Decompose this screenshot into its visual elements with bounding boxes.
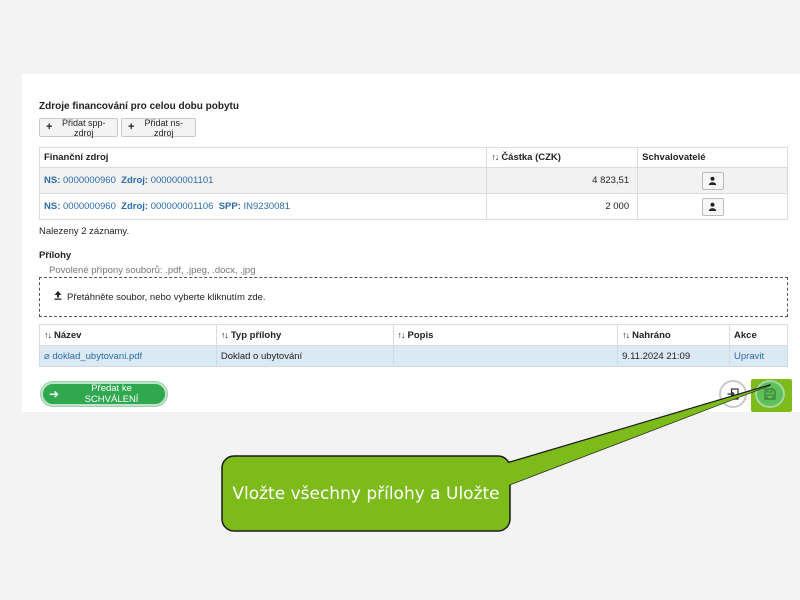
table-row: ⌀ doklad_ubytovani.pdf Doklad o ubytován… — [39, 345, 788, 367]
financing-table: Finanční zdroj ↑↓ Částka (CZK) Schvalovat… — [38, 147, 788, 220]
records-count: Nalezeny 2 záznamy. — [39, 226, 130, 237]
table-row: NS: 0000000960 Zdroj: 000000001101 4 823… — [38, 167, 788, 194]
plus-icon: + — [128, 121, 135, 133]
attachments-table: ↑↓ Název ↑↓ Typ přílohy ↑↓ Popis ↑↓ Nahráno … — [39, 324, 788, 367]
attachment-action-cell: Upravit — [729, 345, 788, 367]
submit-for-approval-label: Předat ke SCHVÁLENÍ — [84, 383, 139, 405]
attachment-name-cell[interactable]: ⌀ doklad_ubytovani.pdf — [39, 345, 217, 367]
attachment-uploaded-cell: 9.11.2024 21:09 — [617, 345, 731, 367]
sort-icon: ↑↓ — [220, 329, 229, 340]
attachment-description-cell — [392, 345, 619, 367]
sort-icon: ↑↓ — [44, 329, 52, 340]
column-header-actions: Akce — [729, 324, 788, 346]
column-header-name[interactable]: ↑↓ Název — [39, 324, 217, 346]
amount-cell: 4 823,51 — [486, 167, 639, 194]
user-icon — [708, 176, 717, 185]
sort-icon: ↑↓ — [491, 152, 499, 162]
submit-for-approval-button[interactable]: ➜ Předat ke SCHVÁLENÍ — [41, 382, 167, 406]
exit-icon — [727, 388, 739, 400]
column-header-approvers: Schvalovatelé — [637, 147, 788, 168]
floppy-disk-icon — [764, 388, 776, 400]
column-header-amount[interactable]: ↑↓ Částka (CZK) — [486, 147, 639, 168]
link-icon: ⌀ — [44, 350, 50, 362]
add-ns-source-label: Přidat ns-zdroj — [144, 117, 183, 138]
dropzone-label: Přetáhněte soubor, nebo vyberte kliknutí… — [67, 291, 266, 303]
plus-icon: + — [46, 121, 53, 133]
column-header-uploaded[interactable]: ↑↓ Nahráno — [617, 324, 731, 346]
attachment-type-cell: Doklad o ubytování — [215, 345, 394, 367]
allowed-extensions: Povolené přípony souborů: .pdf, .jpeg, .… — [49, 265, 256, 276]
column-header-type[interactable]: ↑↓ Typ přílohy — [215, 324, 394, 346]
amount-cell: 2 000 — [486, 193, 639, 220]
user-icon — [708, 202, 717, 211]
column-header-description[interactable]: ↑↓ Popis — [392, 324, 619, 346]
upload-icon — [54, 291, 62, 303]
arrow-right-icon: ➜ — [49, 387, 60, 401]
approvers-cell — [637, 193, 788, 220]
financing-title: Zdroje financování pro celou dobu pobytu — [39, 101, 239, 112]
approvers-button[interactable] — [701, 171, 724, 190]
add-spp-source-button[interactable]: + Přidat spp-zdroj — [39, 117, 118, 138]
add-ns-source-button[interactable]: + Přidat ns-zdroj — [121, 117, 196, 138]
edit-attachment-link[interactable]: Upravit — [734, 351, 764, 362]
table-row: NS: 0000000960 Zdroj: 000000001106 SPP: … — [38, 193, 788, 220]
attachment-file-link[interactable]: doklad_ubytovani.pdf — [52, 351, 142, 362]
exit-button[interactable] — [719, 380, 747, 408]
save-button[interactable] — [755, 380, 785, 408]
approvers-cell — [637, 167, 788, 194]
sort-icon: ↑↓ — [622, 329, 630, 340]
financing-source-cell: NS: 0000000960 Zdroj: 000000001101 — [38, 167, 488, 194]
file-dropzone[interactable]: Přetáhněte soubor, nebo vyberte kliknutí… — [39, 277, 788, 317]
column-header-source[interactable]: Finanční zdroj — [38, 147, 488, 168]
sort-icon: ↑↓ — [397, 329, 406, 340]
callout-text: Vložte všechny přílohy a Uložte — [232, 483, 500, 504]
approvers-button[interactable] — [701, 197, 724, 216]
add-spp-source-label: Přidat spp-zdroj — [61, 117, 106, 138]
financing-source-cell: NS: 0000000960 Zdroj: 000000001106 SPP: … — [38, 193, 488, 220]
attachments-title: Přílohy — [39, 250, 72, 261]
